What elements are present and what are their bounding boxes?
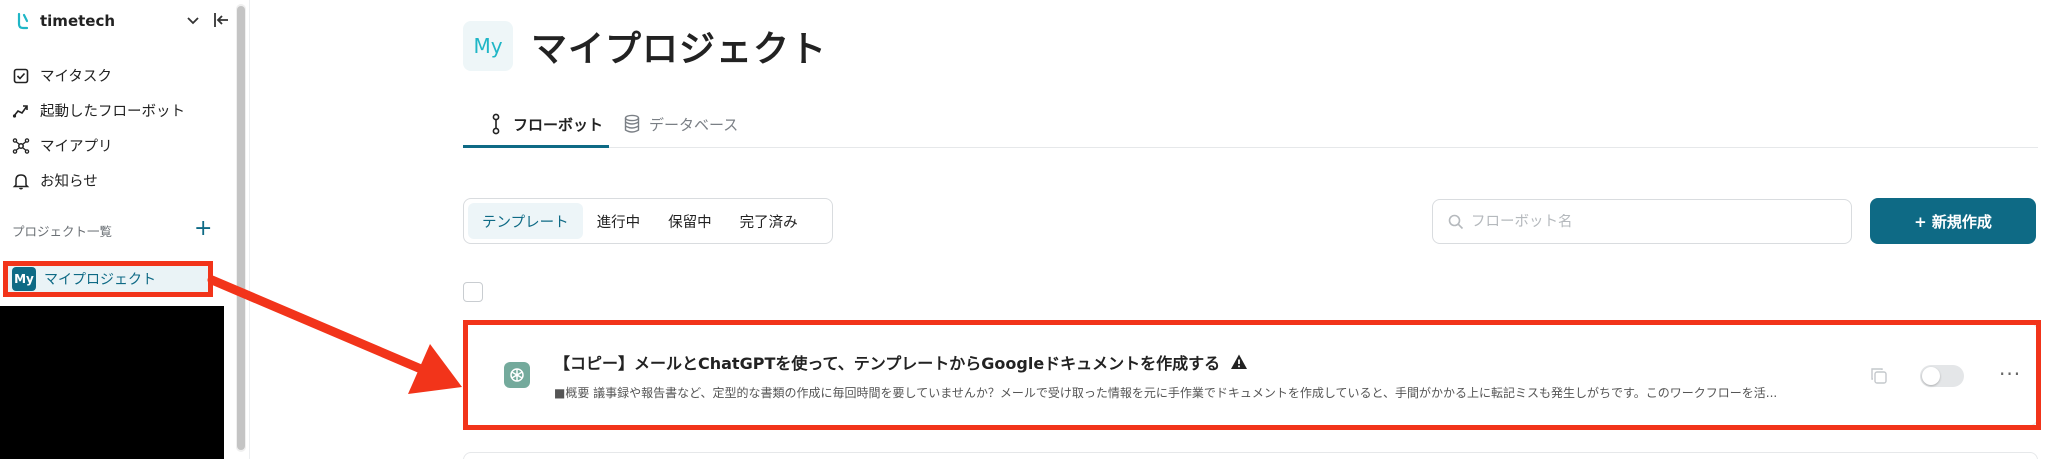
sidebar-item-notifications[interactable]: お知らせ [12, 163, 232, 198]
workspace-switcher[interactable]: timetech [14, 8, 236, 34]
sidebar-item-launched-flowbots[interactable]: 起動したフローボット [12, 93, 232, 128]
bell-icon [12, 173, 30, 189]
filter-completed[interactable]: 完了済み [726, 203, 812, 239]
workspace-name: timetech [40, 12, 116, 30]
page-title: マイプロジェクト [531, 29, 828, 70]
redacted-area [0, 306, 224, 459]
tab-bar: フローボット データベース [463, 100, 2038, 148]
flow-icon [492, 113, 500, 135]
scrollbar-thumb[interactable] [237, 6, 245, 450]
sidebar-scrollbar[interactable] [236, 4, 246, 452]
filter-in-progress[interactable]: 進行中 [583, 203, 655, 239]
tab-flowbot[interactable]: フローボット [487, 100, 603, 148]
search-box [1432, 199, 1852, 244]
apps-hub-icon [12, 137, 30, 154]
status-filter: テンプレート 進行中 保留中 完了済み [463, 198, 833, 244]
page-header: My マイプロジェクト [463, 20, 827, 72]
select-all-checkbox[interactable] [463, 282, 483, 302]
search-icon [1448, 214, 1464, 229]
checkbox-icon [13, 68, 29, 83]
project-list-heading: プロジェクト一覧 [12, 223, 113, 239]
tab-label: フローボット [513, 115, 604, 134]
filter-template[interactable]: テンプレート [468, 203, 583, 239]
project-list-header: プロジェクト一覧 + [12, 218, 212, 240]
sidebar-item-my-apps[interactable]: マイアプリ [12, 128, 232, 163]
add-project-button[interactable]: + [194, 218, 212, 240]
sidebar-item-label: お知らせ [40, 174, 98, 190]
tab-label: データベース [649, 115, 739, 134]
timetech-logo-icon [17, 12, 29, 30]
flowbot-card-partial[interactable] [463, 452, 2038, 459]
search-input[interactable] [1471, 213, 1851, 230]
active-tab-indicator [463, 145, 609, 148]
highlight-box-project [3, 261, 213, 297]
database-icon [624, 114, 640, 133]
sidebar-item-my-tasks[interactable]: マイタスク [12, 58, 232, 93]
chevron-down-icon[interactable] [184, 11, 202, 29]
filter-on-hold[interactable]: 保留中 [654, 203, 726, 239]
sidebar-item-label: 起動したフローボット [40, 104, 185, 120]
tab-database[interactable]: データベース [623, 100, 738, 148]
sidebar-item-label: マイタスク [40, 69, 112, 85]
highlight-box-card [463, 320, 2041, 430]
collapse-sidebar-icon[interactable] [212, 11, 230, 29]
page-badge: My [463, 21, 513, 71]
new-flowbot-button[interactable]: + 新規作成 [1870, 198, 2036, 244]
flow-trend-icon [12, 104, 28, 118]
sidebar: timetech マイタスク 起動したフローボット マイアプリ お知らせ プロジ… [0, 0, 250, 459]
sidebar-nav: マイタスク 起動したフローボット マイアプリ お知らせ [12, 58, 232, 198]
sidebar-item-label: マイアプリ [40, 139, 113, 155]
